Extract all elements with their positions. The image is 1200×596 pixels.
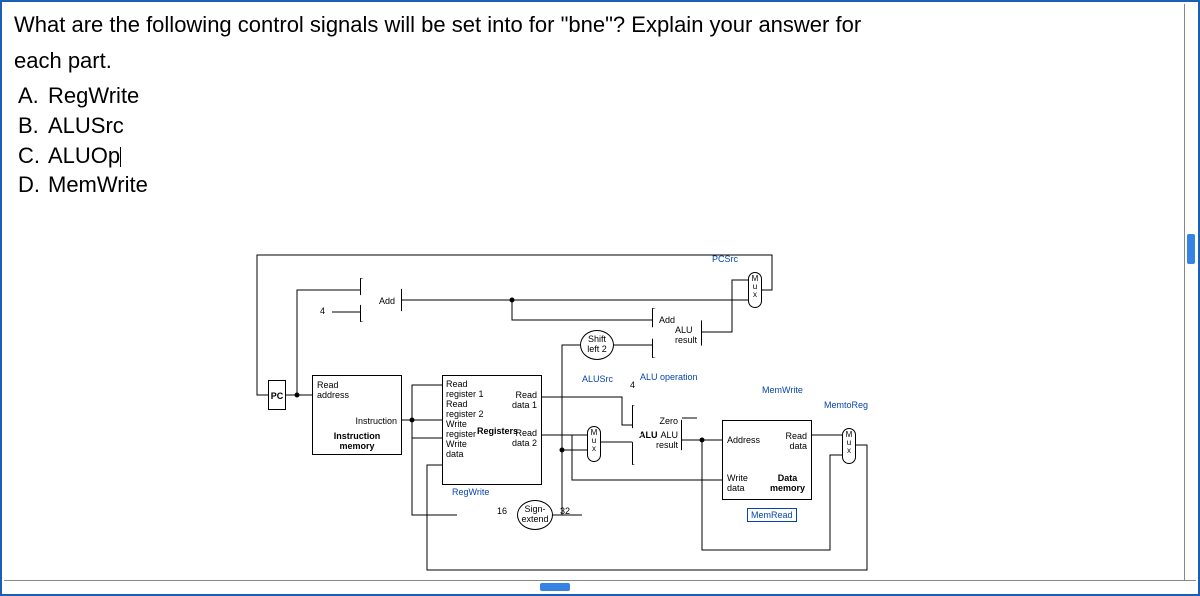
part-text: ALUOp <box>48 143 120 168</box>
bus-16: 16 <box>497 506 507 516</box>
alusrc-mux: M u x <box>587 426 601 462</box>
write-data-mem-label: Write data <box>727 473 748 493</box>
alu-result-label: ALU result <box>675 325 697 345</box>
part-d: D.MemWrite <box>18 170 1186 200</box>
scrollbar-thumb[interactable] <box>1187 234 1195 264</box>
part-text: ALUSrc <box>48 113 124 138</box>
constant-four: 4 <box>320 306 325 316</box>
bus-32: 32 <box>560 506 570 516</box>
mips-datapath-diagram: PC Read address Instruction Instruction … <box>252 250 892 590</box>
registers-label: Registers <box>477 426 518 436</box>
data-memory-label: Data memory <box>770 473 805 493</box>
sign-extend: Sign- extend <box>517 500 553 530</box>
address-label: Address <box>727 435 760 445</box>
alu-result-label: ALU result <box>656 430 678 450</box>
read-address-label: Read address <box>317 380 397 400</box>
branch-adder: Add ALU result <box>652 308 702 358</box>
part-text: RegWrite <box>48 83 139 108</box>
horizontal-scrollbar[interactable] <box>4 580 1196 592</box>
shift-left-2: Shift left 2 <box>580 330 614 360</box>
answer-parts-list: A.RegWrite B.ALUSrc C.ALUOp D.MemWrite <box>14 81 1186 200</box>
pc-adder: Add <box>360 278 402 322</box>
pcsrc-mux: M u x <box>748 272 762 308</box>
text-cursor <box>120 147 121 167</box>
memwrite-signal: MemWrite <box>762 385 803 395</box>
question-line-2: each part. <box>14 46 1186 76</box>
part-text: MemWrite <box>48 172 148 197</box>
registers-block: Read register 1 Read register 2 Write re… <box>442 375 542 485</box>
instruction-memory-block: Read address Instruction Instruction mem… <box>312 375 402 455</box>
regwrite-signal: RegWrite <box>452 487 489 497</box>
part-b: B.ALUSrc <box>18 111 1186 141</box>
instruction-label: Instruction <box>355 416 397 426</box>
add-label: Add <box>659 315 675 325</box>
add-label: Add <box>379 296 395 306</box>
instruction-memory-label: Instruction memory <box>313 431 401 451</box>
scrollbar-thumb[interactable] <box>540 583 570 591</box>
alu-op-bus-4: 4 <box>630 380 635 390</box>
memread-signal: MemRead <box>747 508 797 522</box>
memtoreg-mux: M u x <box>842 428 856 464</box>
read-data1-label: Read data 1 <box>512 390 537 410</box>
pc-block: PC <box>268 380 286 410</box>
pcsrc-signal: PCSrc <box>712 254 738 264</box>
part-a: A.RegWrite <box>18 81 1186 111</box>
part-c: C.ALUOp <box>18 141 1186 171</box>
alu-label: ALU <box>639 430 658 440</box>
zero-label: Zero <box>659 416 678 426</box>
data-memory-block: Address Write data Read data Data memory <box>722 420 812 500</box>
alu-operation-signal: ALU operation <box>640 372 698 382</box>
part-letter: C. <box>18 141 48 171</box>
read-data-mem-label: Read data <box>785 431 807 451</box>
part-letter: A. <box>18 81 48 111</box>
part-letter: B. <box>18 111 48 141</box>
question-line-1: What are the following control signals w… <box>14 10 1186 40</box>
alu-block: ALU Zero ALU result <box>632 405 682 465</box>
part-letter: D. <box>18 170 48 200</box>
memtoreg-signal: MemtoReg <box>824 400 868 410</box>
alusrc-signal: ALUSrc <box>582 374 613 384</box>
vertical-scrollbar[interactable] <box>1184 4 1196 580</box>
